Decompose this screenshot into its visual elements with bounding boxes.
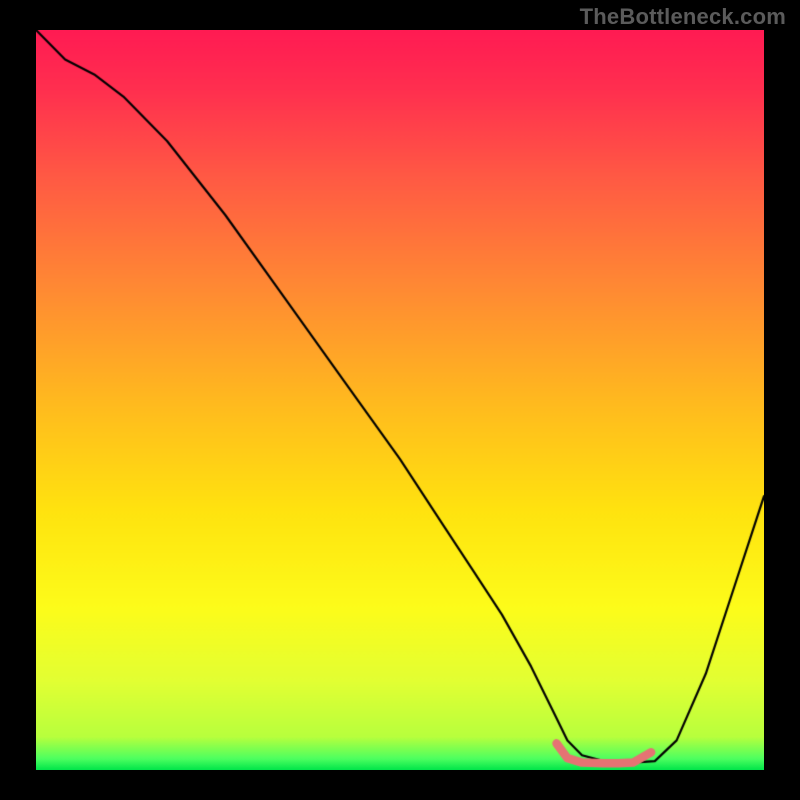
plot-area [36,30,764,770]
bottleneck-curve [36,30,764,770]
watermark-text: TheBottleneck.com [580,4,786,30]
chart-frame: TheBottleneck.com [0,0,800,800]
